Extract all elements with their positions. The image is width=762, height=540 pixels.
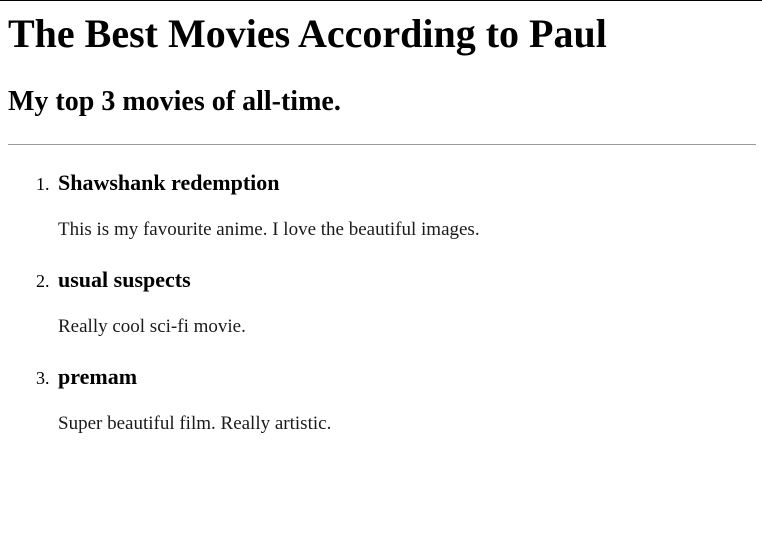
top-border <box>0 0 762 1</box>
list-number: 2. <box>36 271 50 291</box>
movie-description: Really cool sci-fi movie. <box>58 316 246 337</box>
movie-description: This is my favourite anime. I love the b… <box>58 219 480 240</box>
movie-title: premam <box>58 364 138 389</box>
divider <box>8 144 756 145</box>
page-title: The Best Movies According to Paul <box>8 11 607 56</box>
list-number: 1. <box>36 174 50 194</box>
list-item: 1. Shawshank redemption This is my favou… <box>36 168 756 265</box>
movie-description: Super beautiful film. Really artistic. <box>58 413 332 434</box>
list-number: 3. <box>36 368 50 388</box>
movie-title: Shawshank redemption <box>58 170 280 195</box>
page-subtitle: My top 3 movies of all-time. <box>8 86 341 117</box>
movie-title: usual suspects <box>58 267 191 292</box>
list-item: 3. premam Super beautiful film. Really a… <box>36 362 756 459</box>
list-item: 2. usual suspects Really cool sci-fi mov… <box>36 265 756 362</box>
movie-list: 1. Shawshank redemption This is my favou… <box>8 168 756 459</box>
